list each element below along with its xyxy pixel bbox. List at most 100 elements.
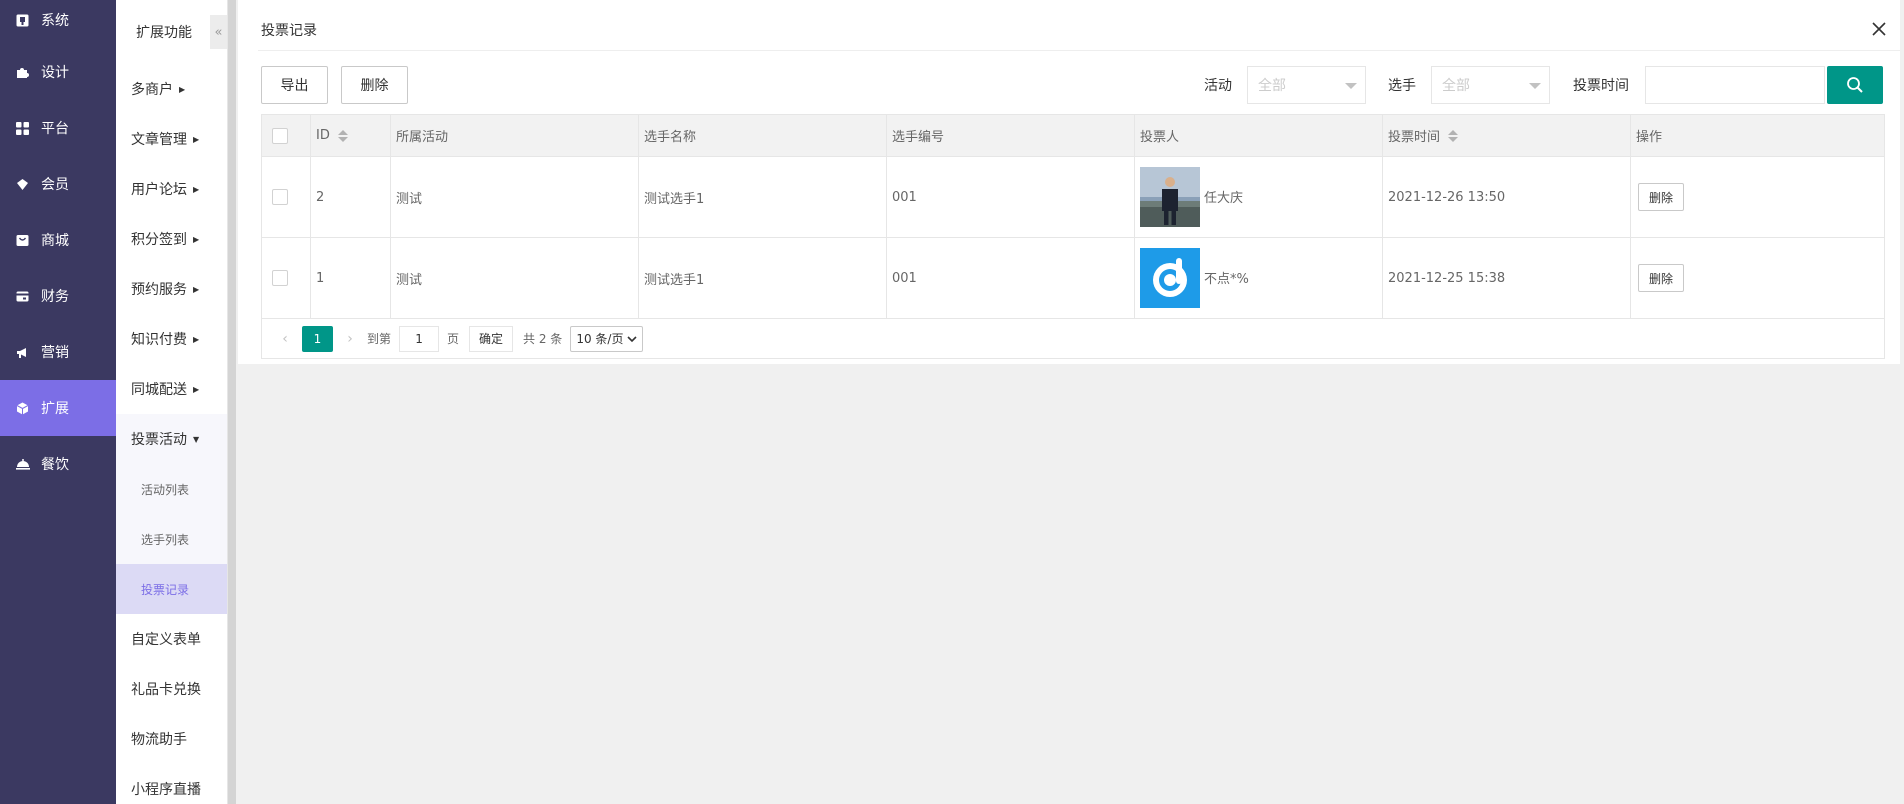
secondary-sidebar: 扩展功能 « 多商户 ▶ 文章管理 ▶ 用户论坛 ▶ 积分签到 ▶ 预约服务 ▶ 知识付费… xyxy=(116,0,228,804)
table-header-row: ID 所属活动 选手名称 选手编号 投票人 投票时间 操作 xyxy=(262,115,1884,157)
sort-icon[interactable] xyxy=(337,129,348,142)
collapse-sidebar-button[interactable]: « xyxy=(210,15,227,49)
cube-icon xyxy=(15,401,30,416)
cell-id: 1 xyxy=(311,238,391,318)
sidebar-item-live-stream[interactable]: 小程序直播 xyxy=(116,764,227,804)
sidebar-item-logistics[interactable]: 物流助手 xyxy=(116,714,227,764)
page-size-value: 10 条/页 xyxy=(576,332,624,346)
row-checkbox[interactable] xyxy=(272,189,288,205)
sort-icon[interactable] xyxy=(1448,129,1459,142)
nav-item-design[interactable]: 设计 xyxy=(0,44,116,100)
nav-item-platform[interactable]: 平台 xyxy=(0,100,116,156)
column-label: 投票时间 xyxy=(1388,130,1441,145)
goto-page-input[interactable]: 1 xyxy=(399,325,440,352)
sidebar-item-gift-card[interactable]: 礼品卡兑换 xyxy=(116,664,227,714)
sidebar-subitem-activity-list[interactable]: 活动列表 xyxy=(116,464,227,514)
voter-name: 任大庆 xyxy=(1204,191,1244,206)
page-unit-label: 页 xyxy=(447,332,460,346)
nav-item-label: 系统 xyxy=(41,13,69,29)
header-select-cell xyxy=(262,115,311,156)
sidebar-item-multi-merchant[interactable]: 多商户 ▶ xyxy=(116,64,227,114)
nav-item-finance[interactable]: 财务 xyxy=(0,268,116,324)
cell-player-number: 001 xyxy=(887,238,1135,318)
player-select-value: 全部 xyxy=(1442,78,1470,94)
puzzle-icon xyxy=(15,65,30,80)
nav-item-dining[interactable]: 餐饮 xyxy=(0,436,116,492)
sidebar-gutter xyxy=(228,0,236,804)
sidebar-subitem-vote-records[interactable]: 投票记录 xyxy=(116,564,227,614)
page-title: 投票记录 xyxy=(261,23,317,39)
secondary-sidebar-title: 扩展功能 xyxy=(136,25,192,41)
header-id[interactable]: ID xyxy=(311,115,391,156)
cell-actions: 删除 xyxy=(1631,238,1884,318)
player-select[interactable]: 全部 xyxy=(1431,66,1550,104)
dropdown-arrow-icon xyxy=(1345,83,1357,89)
header-actions: 操作 xyxy=(1636,130,1663,145)
nav-item-system[interactable]: 系统 xyxy=(0,0,116,44)
row-checkbox[interactable] xyxy=(272,270,288,286)
cell-voter: 任大庆 xyxy=(1135,157,1383,237)
sidebar-item-points-checkin[interactable]: 积分签到 ▶ xyxy=(116,214,227,264)
row-delete-button[interactable]: 删除 xyxy=(1638,264,1685,292)
nav-item-extend[interactable]: 扩展 xyxy=(0,380,116,436)
member-icon xyxy=(15,177,30,192)
nav-item-member[interactable]: 会员 xyxy=(0,156,116,212)
nav-item-label: 商城 xyxy=(41,233,69,249)
cell-voter: 不点*% xyxy=(1135,238,1383,318)
current-page-button[interactable]: 1 xyxy=(302,325,333,352)
activity-select[interactable]: 全部 xyxy=(1247,66,1366,104)
page-size-select[interactable]: 10 条/页 xyxy=(570,325,644,352)
dropdown-arrow-icon xyxy=(1529,83,1541,89)
sidebar-item-forum[interactable]: 用户论坛 ▶ xyxy=(116,164,227,214)
export-button[interactable]: 导出 xyxy=(261,66,328,104)
finance-icon xyxy=(15,289,30,304)
sidebar-item-label: 用户论坛 xyxy=(131,182,187,198)
player-filter-label: 选手 xyxy=(1388,78,1416,94)
sidebar-subitem-player-list[interactable]: 选手列表 xyxy=(116,514,227,564)
nav-item-label: 财务 xyxy=(41,289,69,305)
header-voter: 投票人 xyxy=(1135,115,1383,156)
sidebar-item-label: 知识付费 xyxy=(131,332,187,348)
nav-item-label: 扩展 xyxy=(41,401,69,417)
cell-vote-time: 2021-12-25 15:38 xyxy=(1383,238,1631,318)
sidebar-item-label: 多商户 xyxy=(131,82,173,98)
header-vote-time[interactable]: 投票时间 xyxy=(1383,115,1631,156)
vote-time-input[interactable] xyxy=(1645,66,1825,104)
row-delete-button[interactable]: 删除 xyxy=(1638,183,1685,211)
prev-page-icon[interactable]: ‹ xyxy=(276,331,294,347)
search-button[interactable] xyxy=(1827,66,1883,104)
sidebar-item-voting[interactable]: 投票活动 ▼ xyxy=(116,414,227,464)
sidebar-item-local-delivery[interactable]: 同城配送 ▶ xyxy=(116,364,227,414)
goto-confirm-button[interactable]: 确定 xyxy=(469,325,514,352)
header-player-number: 选手编号 xyxy=(887,115,1135,156)
sidebar-item-articles[interactable]: 文章管理 ▶ xyxy=(116,114,227,164)
sidebar-item-booking[interactable]: 预约服务 ▶ xyxy=(116,264,227,314)
vote-records-table: ID 所属活动 选手名称 选手编号 投票人 投票时间 操作 2 测试 测试选手1… xyxy=(261,114,1885,319)
delete-button[interactable]: 删除 xyxy=(341,66,408,104)
caret-right-icon: ▶ xyxy=(193,284,200,294)
select-all-checkbox[interactable] xyxy=(272,127,288,144)
cell-activity: 测试 xyxy=(391,238,639,318)
table-row: 2 测试 测试选手1 001 任大庆 2021-12-26 13:50 删除 xyxy=(262,157,1884,238)
row-select-cell xyxy=(262,238,311,318)
sidebar-item-label: 投票活动 xyxy=(131,432,187,448)
cell-actions: 删除 xyxy=(1631,157,1884,237)
next-page-icon[interactable]: › xyxy=(341,331,359,347)
nav-item-label: 平台 xyxy=(41,121,69,137)
voter-avatar xyxy=(1140,167,1200,227)
sidebar-item-paid-knowledge[interactable]: 知识付费 ▶ xyxy=(116,314,227,364)
sidebar-item-custom-form[interactable]: 自定义表单 xyxy=(116,614,227,664)
sidebar-item-label: 同城配送 xyxy=(131,382,187,398)
close-icon[interactable] xyxy=(1868,18,1890,40)
primary-sidebar: 系统 设计 平台 会员 商城 财务 营销 扩展 餐饮 xyxy=(0,0,116,804)
nav-item-shop[interactable]: 商城 xyxy=(0,212,116,268)
cell-activity: 测试 xyxy=(391,157,639,237)
header-player-name: 选手名称 xyxy=(639,115,887,156)
table-row: 1 测试 测试选手1 001 不点*% 2021-12-25 15:38 删除 xyxy=(262,238,1884,319)
column-label: ID xyxy=(316,128,330,143)
voter-name: 不点*% xyxy=(1204,272,1249,287)
nav-item-marketing[interactable]: 营销 xyxy=(0,324,116,380)
caret-right-icon: ▶ xyxy=(193,334,200,344)
cell-player-name: 测试选手1 xyxy=(639,157,887,237)
chevron-down-icon xyxy=(627,335,638,342)
